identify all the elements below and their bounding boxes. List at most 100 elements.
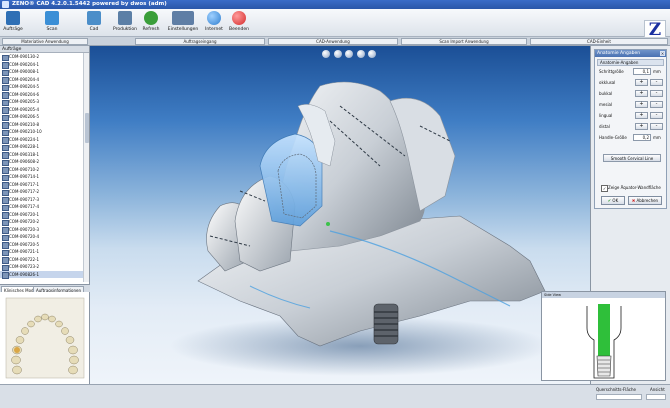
lingual-minus-button[interactable]: -	[650, 112, 663, 119]
toolbar-cad-button[interactable]: Cad	[82, 11, 106, 32]
ok-button[interactable]: ✔ OK	[601, 196, 625, 205]
step-size-input[interactable]: 0,1	[633, 68, 651, 75]
orders-pane: Aufträge COM-090130-2 COM-090204-1 COM-090…	[0, 46, 90, 284]
order-list-item[interactable]: COM-090720-3	[0, 226, 84, 233]
order-list-item[interactable]: COM-090205-3	[0, 98, 84, 106]
order-list-item[interactable]: COM-090717-1	[0, 181, 84, 188]
toolbar-refresh-button[interactable]: Refresh	[140, 11, 162, 32]
status-bar: Querschnitts-Fläche Ansicht	[0, 384, 670, 408]
occlusal-minus-button[interactable]: -	[650, 79, 663, 86]
anatomy-section-header: Anatomie-Angaben	[597, 59, 664, 66]
lingual-row: lingual + -	[595, 110, 666, 121]
order-list-item[interactable]: COM-090714-1	[0, 173, 84, 181]
order-list-item[interactable]: COM-090720-2	[0, 218, 84, 226]
3d-viewport[interactable]	[90, 46, 590, 384]
step-size-unit: mm	[653, 69, 661, 74]
handle-size-input[interactable]: 0,2	[633, 134, 651, 141]
arch-thumbnail	[5, 297, 85, 379]
occlusal-plus-button[interactable]: +	[635, 79, 648, 86]
buccal-plus-button[interactable]: +	[635, 90, 648, 97]
clinical-model-preview	[0, 292, 90, 384]
dialog-title: Anatomie Angaben	[595, 50, 666, 57]
cancel-label: Abbrechen	[636, 198, 659, 203]
order-list-item[interactable]: COM-090204-4	[0, 76, 84, 83]
order-list-item[interactable]: COM-090228-1	[0, 143, 84, 151]
order-list-item[interactable]: COM-090722-1	[0, 256, 84, 263]
tab-cad-einheit[interactable]: CAD-Einheit	[530, 38, 668, 45]
smooth-cervical-line-button[interactable]: Smooth Cervical Line	[603, 154, 661, 162]
toolbar-refresh-label: Refresh	[142, 27, 160, 32]
scan-icon	[45, 11, 59, 25]
order-list-item[interactable]: COM-090826-1	[0, 270, 84, 278]
order-list-item[interactable]: COM-090717-3	[0, 196, 84, 203]
mesial-row: mesial + -	[595, 99, 666, 110]
order-list-item[interactable]: COM-090318-1	[0, 151, 84, 158]
tab-scan-import[interactable]: Scan Import Anwendung	[401, 38, 527, 45]
mesial-plus-button[interactable]: +	[635, 101, 648, 108]
buccal-minus-button[interactable]: -	[650, 90, 663, 97]
cad-icon	[87, 11, 101, 25]
distal-minus-button[interactable]: -	[650, 123, 663, 130]
order-list-item[interactable]: COM-090720-5	[0, 241, 84, 248]
order-list-item[interactable]: COM-090205-4	[0, 106, 84, 113]
order-list-item[interactable]: COM-090008-1	[0, 68, 84, 76]
settings-icon	[172, 11, 194, 25]
order-list-item[interactable]: COM-090720-1	[0, 211, 84, 218]
order-list-item[interactable]: COM-090710-2	[0, 166, 84, 173]
distal-plus-button[interactable]: +	[635, 123, 648, 130]
lingual-plus-button[interactable]: +	[635, 112, 648, 119]
toolbar-production-button[interactable]: Produktion	[112, 11, 138, 32]
refresh-icon	[144, 11, 158, 25]
dialog-close-button[interactable]: ×	[660, 51, 665, 56]
order-list-item[interactable]: COM-090720-4	[0, 233, 84, 241]
order-list-item[interactable]: COM-090723-2	[0, 263, 84, 271]
order-list-item[interactable]: COM-090608-2	[0, 158, 84, 166]
toolbar-internet-button[interactable]: Internet	[202, 11, 226, 32]
step-size-row: Schrittgröße 0,1 mm	[595, 66, 666, 77]
order-list-item[interactable]: COM-090717-4	[0, 203, 84, 211]
dental-model-render	[170, 81, 550, 376]
order-list-item[interactable]: COM-090210-8	[0, 121, 84, 128]
toolbar-orders-button[interactable]: Aufträge	[2, 11, 24, 32]
orders-header: Aufträge	[0, 46, 89, 53]
order-list-item[interactable]: COM-090204-5	[0, 83, 84, 91]
toolbar-settings-button[interactable]: Einstellungen	[166, 11, 200, 32]
order-list-item[interactable]: COM-090717-2	[0, 188, 84, 196]
toolbar-exit-button[interactable]: Beenden	[228, 11, 250, 32]
main-toolbar: Aufträge Scan Cad Produktion Refresh Ein…	[0, 9, 670, 40]
toolbar-scan-button[interactable]: Scan	[40, 11, 64, 32]
tab-cad-anwendung[interactable]: CAD-Anwendung	[268, 38, 398, 45]
lingual-label: lingual	[599, 113, 613, 118]
view-field[interactable]	[646, 394, 666, 400]
toolbar-production-label: Produktion	[112, 27, 138, 32]
window-title: ZENO® CAD 4.2.0.1.5442 powered by dwos (…	[12, 1, 167, 7]
handle-size-unit: mm	[653, 135, 661, 140]
order-list-item[interactable]: COM-090224-1	[0, 136, 84, 143]
orders-icon	[6, 11, 20, 25]
orders-scrollbar[interactable]	[83, 53, 89, 282]
order-list-item[interactable]: COM-090204-6	[0, 91, 84, 98]
toolbar-settings-label: Einstellungen	[167, 27, 199, 32]
distal-row: distal + -	[595, 121, 666, 132]
cross-section-area-label: Querschnitts-Fläche	[596, 387, 636, 392]
cancel-button[interactable]: ✖ Abbrechen	[628, 196, 662, 205]
scroll-thumb[interactable]	[85, 113, 89, 143]
order-list-item[interactable]: COM-090721-1	[0, 248, 84, 256]
cancel-x-icon: ✖	[631, 198, 636, 203]
ok-check-icon: ✔	[607, 198, 612, 203]
tab-auftragseingang[interactable]: Auftragseingang	[135, 38, 265, 45]
toolbar-internet-label: Internet	[205, 27, 223, 32]
show-equator-checkbox[interactable]: Zeige Äquator-Wandfläche	[601, 185, 661, 192]
order-list-item[interactable]: COM-090130-2	[0, 53, 84, 61]
mesial-minus-button[interactable]: -	[650, 101, 663, 108]
cross-section-view[interactable]: Side View	[541, 291, 666, 381]
occlusal-label: okklusal	[599, 80, 616, 85]
order-list-item[interactable]: COM-090210-10	[0, 128, 84, 136]
cross-section-area-field[interactable]	[596, 394, 642, 400]
order-list-item[interactable]: COM-090204-1	[0, 61, 84, 68]
anatomy-dialog: Anatomie Angaben × Anatomie-Angaben Schr…	[594, 49, 667, 209]
internet-icon	[207, 11, 221, 25]
occlusal-row: okklusal + -	[595, 77, 666, 88]
order-list-item[interactable]: COM-090206-5	[0, 113, 84, 121]
tab-materiative[interactable]: Materiative Anwendung	[2, 38, 88, 45]
